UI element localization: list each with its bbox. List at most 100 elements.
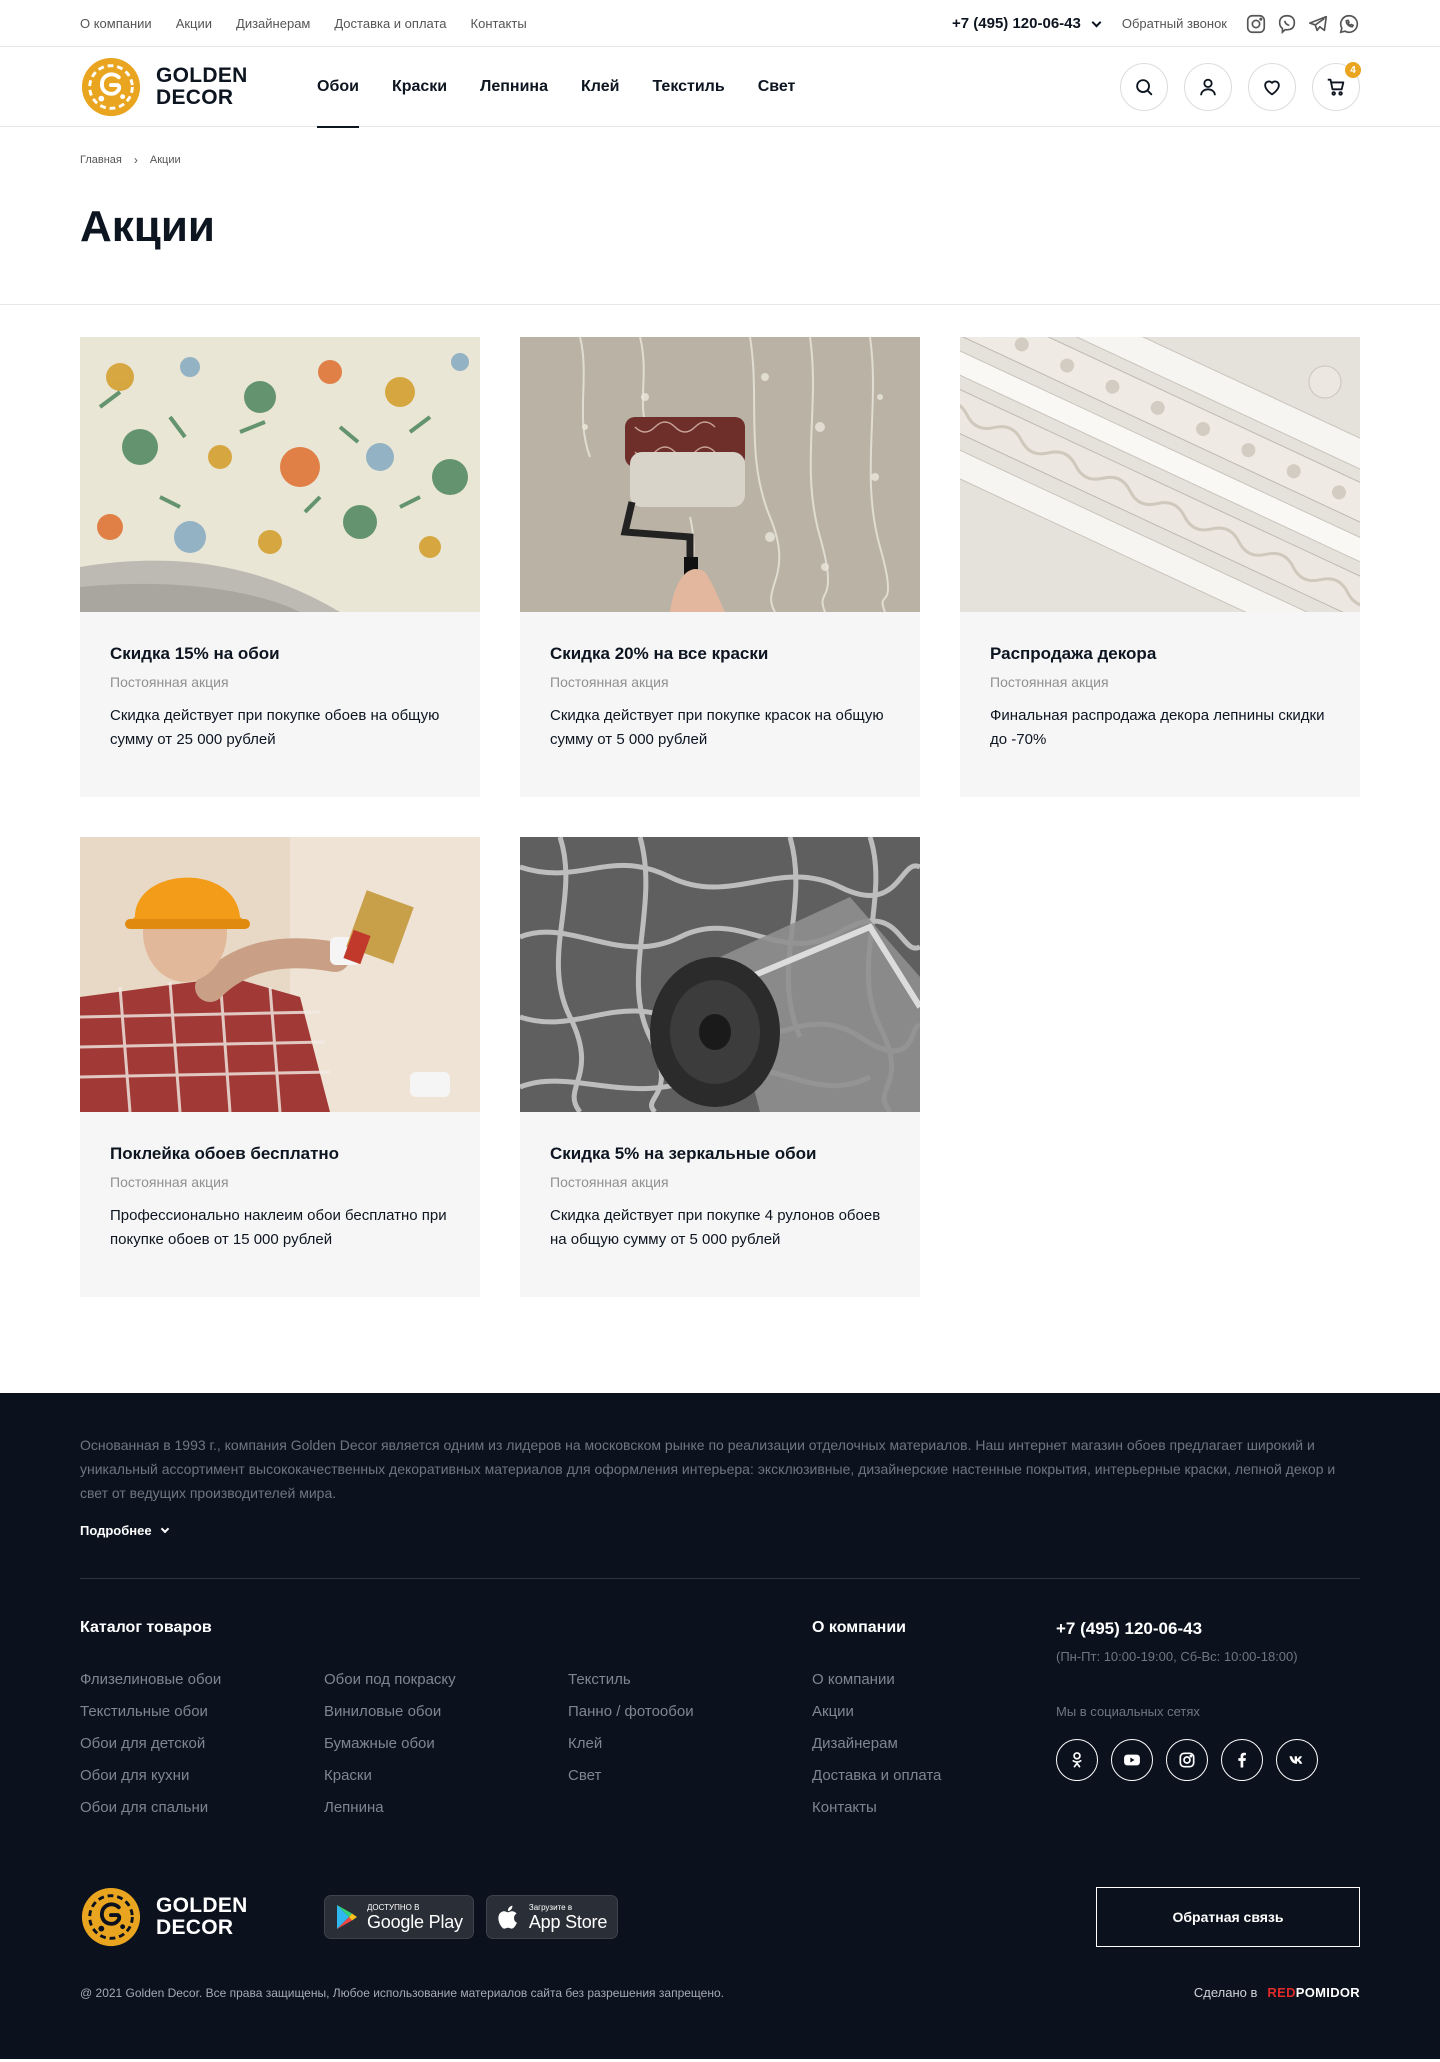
odnoklassniki-icon[interactable] <box>1056 1739 1098 1781</box>
footer-catalog-link[interactable]: Виниловые обои <box>324 1703 568 1721</box>
footer-catalog-link[interactable]: Свет <box>568 1767 812 1785</box>
account-button[interactable] <box>1184 63 1232 111</box>
promo-card[interactable]: Скидка 20% на все краски Постоянная акци… <box>520 337 920 797</box>
footer: Основанная в 1993 г., компания Golden De… <box>0 1393 1440 2059</box>
top-link-designers[interactable]: Дизайнерам <box>236 16 310 31</box>
nav-wallpaper[interactable]: Обои <box>317 47 359 128</box>
feedback-button[interactable]: Обратная связь <box>1096 1887 1360 1947</box>
top-phone[interactable]: +7 (495) 120-06-43 <box>952 15 1081 32</box>
made-in-label: Сделано в <box>1193 1985 1258 2000</box>
promo-image-worker <box>80 837 480 1112</box>
user-icon <box>1200 78 1216 96</box>
promo-title: Скидка 5% на зеркальные обои <box>550 1144 817 1163</box>
main-header: GOLDEN DECOR Обои Краски Лепнина Клей Те… <box>0 47 1440 128</box>
top-link-contacts[interactable]: Контакты <box>471 16 527 31</box>
promo-card[interactable]: Скидка 15% на обои Постоянная акция Скид… <box>80 337 480 797</box>
footer-logo-text: GOLDEN DECOR <box>156 1895 248 1939</box>
app-store-button[interactable]: Загрузите в App Store <box>485 1895 619 1939</box>
footer-catalog-link[interactable]: Краски <box>324 1767 568 1785</box>
promo-description: Финальная распродажа декора лепнины скид… <box>990 707 1325 748</box>
search-button[interactable] <box>1120 63 1168 111</box>
footer-catalog-link[interactable]: Клей <box>568 1735 812 1753</box>
footer-contacts: +7 (495) 120-06-43 (Пн-Пт: 10:00-19:00, … <box>1056 1619 1360 1839</box>
cart-count-badge: 4 <box>1345 62 1361 78</box>
read-more-button[interactable]: Подробнее <box>80 1523 169 1538</box>
instagram-icon[interactable] <box>1166 1739 1208 1781</box>
promo-image-floral-wallpaper <box>80 337 480 612</box>
promo-description: Профессионально наклеим обои бесплатно п… <box>110 1207 447 1248</box>
footer-company-link[interactable]: Дизайнерам <box>812 1735 1056 1753</box>
footer-logo[interactable]: GOLDEN DECOR <box>80 1886 324 1948</box>
red-pomidor-logo: REDPOMIDOR <box>1267 1985 1360 2000</box>
top-link-about[interactable]: О компании <box>80 16 152 31</box>
nav-glue[interactable]: Клей <box>581 47 619 127</box>
footer-catalog-link[interactable]: Панно / фотообои <box>568 1703 812 1721</box>
facebook-icon[interactable] <box>1221 1739 1263 1781</box>
whatsapp-icon[interactable] <box>1338 13 1360 35</box>
promo-title: Скидка 15% на обои <box>110 644 280 663</box>
youtube-icon[interactable] <box>1111 1739 1153 1781</box>
promo-title: Скидка 20% на все краски <box>550 644 769 663</box>
footer-catalog-link[interactable]: Обои под покраску <box>324 1671 568 1689</box>
footer-catalog-link[interactable]: Обои для кухни <box>80 1767 324 1785</box>
cart-icon <box>1327 78 1345 96</box>
cart-button[interactable]: 4 <box>1312 62 1361 111</box>
promo-kind: Постоянная акция <box>550 1174 669 1190</box>
footer-catalog-link[interactable]: Обои для спальни <box>80 1799 324 1817</box>
promo-kind: Постоянная акция <box>550 674 669 690</box>
copyright-text: @ 2021 Golden Decor. Все права защищены,… <box>80 1985 724 2000</box>
callback-link[interactable]: Обратный звонок <box>1122 16 1227 31</box>
top-link-delivery[interactable]: Доставка и оплата <box>334 16 446 31</box>
instagram-icon[interactable] <box>1245 13 1267 35</box>
logo[interactable]: GOLDEN DECOR <box>80 56 310 118</box>
footer-catalog-link[interactable]: Бумажные обои <box>324 1735 568 1753</box>
main-nav: Обои Краски Лепнина Клей Текстиль Свет <box>317 47 828 128</box>
promo-image-paint-roller <box>520 337 920 612</box>
nav-light[interactable]: Свет <box>758 47 796 127</box>
footer-company-link[interactable]: Контакты <box>812 1799 1056 1817</box>
footer-catalog-link[interactable]: Текстильные обои <box>80 1703 324 1721</box>
logo-line-decor: DECOR <box>156 86 234 109</box>
logo-line-golden: GOLDEN <box>156 1894 248 1917</box>
footer-catalog-link[interactable]: Обои для детской <box>80 1735 324 1753</box>
favorites-button[interactable] <box>1248 63 1296 111</box>
red-pomidor-pomidor: POMIDOR <box>1295 1985 1360 2000</box>
promo-description: Скидка действует при покупке обоев на об… <box>110 707 440 748</box>
phone-chevron-down-icon[interactable] <box>1091 17 1102 27</box>
footer-social-label: Мы в социальных сетях <box>1056 1704 1200 1719</box>
app-store-label: App Store <box>528 1911 608 1932</box>
footer-company-title: О компании <box>812 1619 906 1636</box>
breadcrumb: Главная › Акции <box>80 127 1360 167</box>
google-play-button[interactable]: ДОСТУПНО В Google Play <box>324 1895 474 1939</box>
made-by[interactable]: Сделано в REDPOMIDOR <box>1194 1985 1360 2000</box>
viber-icon[interactable] <box>1276 13 1298 35</box>
top-link-promos[interactable]: Акции <box>176 16 212 31</box>
footer-catalog-link[interactable]: Лепнина <box>324 1799 568 1817</box>
promo-card[interactable]: Скидка 5% на зеркальные обои Постоянная … <box>520 837 920 1297</box>
top-links: О компании Акции Дизайнерам Доставка и о… <box>80 16 527 31</box>
breadcrumb-home[interactable]: Главная <box>80 154 122 166</box>
logo-text: GOLDEN DECOR <box>156 65 248 109</box>
promo-card[interactable]: Распродажа декора Постоянная акция Финал… <box>960 337 1360 797</box>
promo-kind: Постоянная акция <box>110 1174 229 1190</box>
footer-company-link[interactable]: Доставка и оплата <box>812 1767 1056 1785</box>
vk-icon[interactable] <box>1276 1739 1318 1781</box>
footer-company-link[interactable]: Акции <box>812 1703 1056 1721</box>
footer-phone[interactable]: +7 (495) 120-06-43 <box>1056 1619 1360 1639</box>
top-bar: О компании Акции Дизайнерам Доставка и о… <box>0 0 1440 47</box>
promo-card[interactable]: Поклейка обоев бесплатно Постоянная акци… <box>80 837 480 1297</box>
footer-catalog-title: Каталог товаров <box>80 1619 212 1636</box>
footer-catalog: Каталог товаров Флизелиновые обои Обои п… <box>80 1619 812 1839</box>
logo-line-decor: DECOR <box>156 1916 234 1939</box>
heart-icon <box>1264 80 1280 96</box>
footer-company-link[interactable]: О компании <box>812 1671 1056 1689</box>
read-more-label: Подробнее <box>80 1523 152 1538</box>
nav-moldings[interactable]: Лепнина <box>480 47 548 127</box>
nav-textile[interactable]: Текстиль <box>652 47 724 127</box>
telegram-icon[interactable] <box>1307 13 1329 35</box>
footer-catalog-link[interactable]: Флизелиновые обои <box>80 1671 324 1689</box>
footer-company: О компании О компании Акции Дизайнерам Д… <box>812 1619 1056 1839</box>
nav-paints[interactable]: Краски <box>392 47 447 127</box>
chevron-down-icon <box>160 1524 169 1533</box>
footer-catalog-link[interactable]: Текстиль <box>568 1671 812 1689</box>
